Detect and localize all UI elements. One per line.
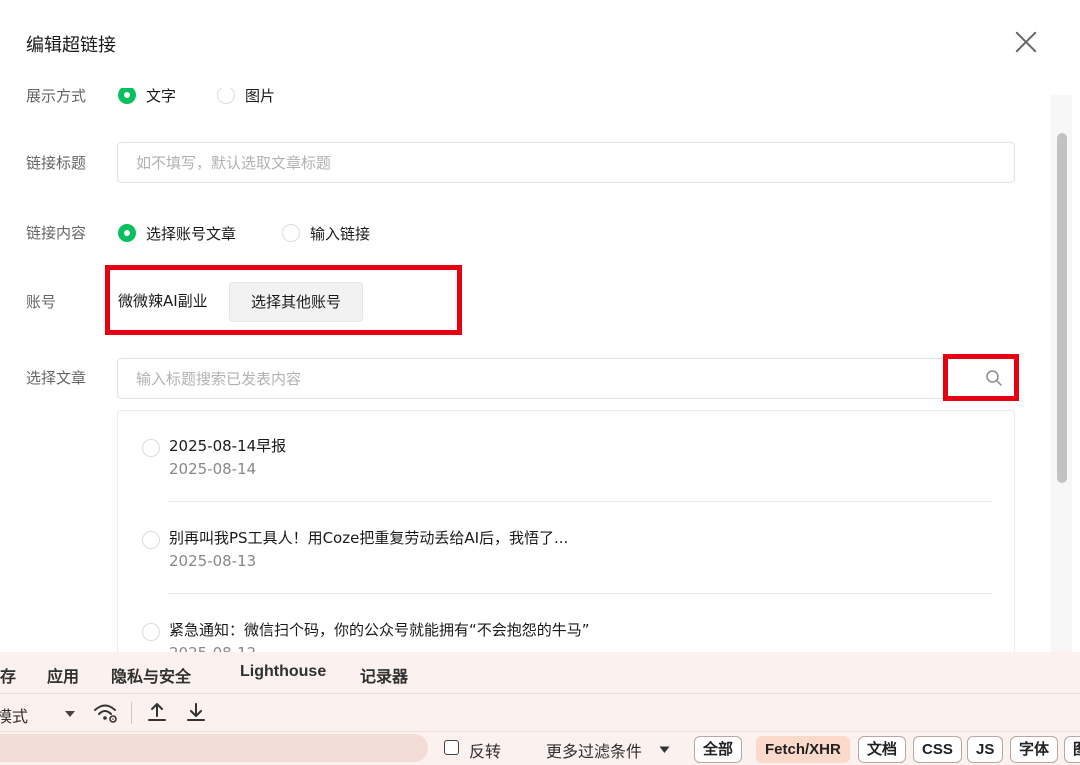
link-title-field[interactable]	[117, 142, 1015, 183]
upload-icon[interactable]	[147, 701, 167, 723]
link-content-label: 链接内容	[26, 224, 87, 242]
link-title-input[interactable]	[118, 143, 1014, 182]
divider	[168, 501, 992, 502]
devtools-tab-bar: 存 应用 隐私与安全 Lighthouse 记录器	[0, 652, 1080, 694]
divider	[168, 593, 992, 594]
dialog-header: 编辑超链接	[0, 0, 1072, 88]
article-date: 2025-08-12	[169, 644, 256, 652]
tab-application[interactable]: 应用	[47, 663, 79, 687]
network-conditions-icon[interactable]	[93, 702, 119, 724]
tab-lighthouse[interactable]: Lighthouse	[240, 663, 326, 681]
display-mode-text-label[interactable]: 文字	[146, 85, 176, 106]
display-mode-label: 展示方式	[26, 87, 87, 105]
filter-chip-img[interactable]: 图	[1064, 736, 1080, 763]
list-item[interactable]: 紧急通知：微信扫个码，你的公众号就能拥有“不会抱怨的牛马” 2025-08-12	[118, 595, 1014, 652]
display-mode-image-label[interactable]: 图片	[245, 85, 275, 106]
toolbar-separator	[131, 702, 132, 724]
display-mode-text-radio[interactable]	[118, 86, 136, 104]
dialog-body[interactable]: 展示方式 文字 图片 链接标题 链接内容 选择账号文章 输入链接 账号 微微辣A…	[0, 0, 1072, 652]
article-radio[interactable]	[142, 531, 160, 549]
edit-hyperlink-dialog: 展示方式 文字 图片 链接标题 链接内容 选择账号文章 输入链接 账号 微微辣A…	[0, 0, 1072, 652]
article-radio[interactable]	[142, 439, 160, 457]
scrollbar-thumb[interactable]	[1057, 133, 1067, 483]
more-filters-arrow-icon[interactable]	[659, 746, 670, 754]
select-article-label: 选择文章	[26, 369, 87, 387]
download-icon[interactable]	[186, 701, 206, 723]
article-date: 2025-08-14	[169, 460, 257, 478]
tab-privacy-security[interactable]: 隐私与安全	[111, 663, 191, 687]
article-radio[interactable]	[142, 623, 160, 641]
tab-memory[interactable]: 存	[0, 663, 16, 687]
account-label: 账号	[26, 293, 57, 311]
filter-chip-fetch-xhr[interactable]: Fetch/XHR	[756, 736, 850, 763]
filter-chip-font[interactable]: 字体	[1010, 736, 1059, 763]
filter-chip-doc[interactable]: 文档	[858, 736, 907, 763]
link-title-label: 链接标题	[26, 154, 87, 172]
filter-input[interactable]	[0, 734, 428, 762]
select-account-article-radio[interactable]	[118, 224, 136, 242]
list-item[interactable]: 2025-08-14早报 2025-08-14	[118, 411, 1014, 502]
more-filters-dropdown[interactable]: 更多过滤条件	[546, 738, 642, 762]
enter-link-label[interactable]: 输入链接	[310, 223, 370, 244]
throttle-label[interactable]: 模式	[0, 703, 28, 727]
filter-chip-js[interactable]: JS	[967, 736, 1004, 763]
enter-link-radio[interactable]	[282, 224, 300, 242]
article-search-input[interactable]	[118, 359, 1014, 398]
dropdown-arrow-icon[interactable]	[64, 710, 76, 718]
dialog-title: 编辑超链接	[26, 35, 116, 56]
article-title: 2025-08-14早报	[169, 437, 287, 455]
select-account-article-label[interactable]: 选择账号文章	[146, 223, 236, 244]
highlight-box-account	[105, 265, 462, 335]
article-title: 紧急通知：微信扫个码，你的公众号就能拥有“不会抱怨的牛马”	[169, 621, 590, 639]
devtools-toolbar: 模式	[0, 694, 1080, 732]
filter-chip-css[interactable]: CSS	[913, 736, 962, 763]
highlight-box-search	[943, 354, 1019, 401]
article-list: 2025-08-14早报 2025-08-14 别再叫我PS工具人！用Coze把…	[117, 410, 1015, 652]
article-date: 2025-08-13	[169, 552, 257, 570]
close-icon[interactable]	[1012, 29, 1040, 57]
list-item[interactable]: 别再叫我PS工具人！用Coze把重复劳动丢给AI后，我悟了... 2025-08…	[118, 503, 1014, 594]
filter-chip-all[interactable]: 全部	[694, 736, 743, 763]
article-search-field[interactable]	[117, 358, 1015, 399]
invert-checkbox[interactable]	[444, 740, 459, 755]
article-title: 别再叫我PS工具人！用Coze把重复劳动丢给AI后，我悟了...	[169, 529, 569, 547]
tab-recorder[interactable]: 记录器	[360, 663, 408, 687]
display-mode-image-radio[interactable]	[217, 86, 235, 104]
invert-label[interactable]: 反转	[469, 738, 501, 762]
